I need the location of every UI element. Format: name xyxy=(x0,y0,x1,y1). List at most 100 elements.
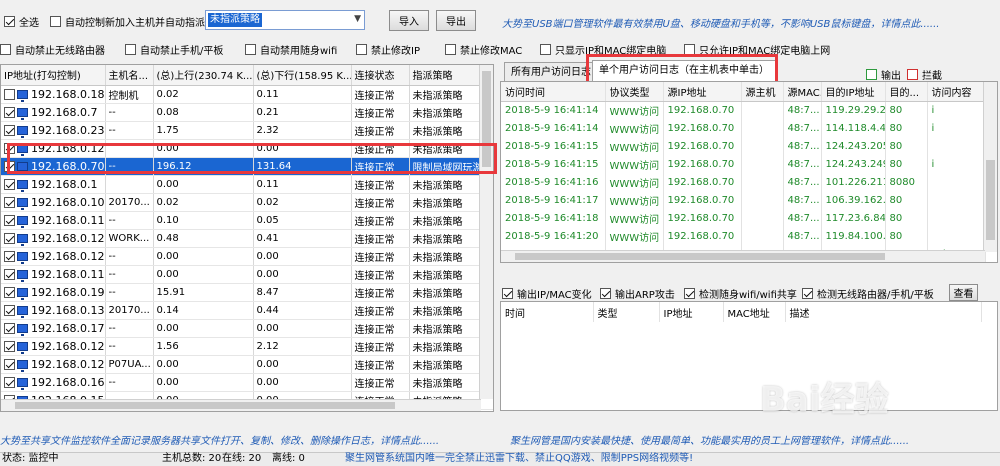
cell-ip[interactable]: 192.168.0.1 xyxy=(1,175,106,194)
opt-box[interactable] xyxy=(125,44,136,55)
netmanager-promo-link[interactable]: 聚生网管是国内安装最快捷、使用最简单、功能最实用的员工上网管理软件，详情点此..… xyxy=(510,432,998,447)
table-row[interactable]: 192.168.0.120 WORK... 0.48 0.41 连接正常 未指派策略 xyxy=(1,229,493,248)
table-row[interactable]: 192.168.0.7 -- 0.08 0.21 连接正常 未指派策略 xyxy=(1,103,493,122)
log-row[interactable]: 2018-5-9 16:41:14 WWW访问 192.168.0.70 48:7..… xyxy=(501,101,986,119)
alert-opt-box[interactable] xyxy=(802,288,813,299)
row-checkbox[interactable] xyxy=(4,323,15,334)
col-ip[interactable]: IP地址(打勾控制) xyxy=(1,65,106,86)
table-row[interactable]: 192.168.0.100 20170... 0.02 0.02 连接正常 未指派策略 xyxy=(1,193,493,212)
import-button[interactable]: 导入 xyxy=(389,10,429,31)
col-alert-mac[interactable]: MAC地址 xyxy=(723,302,786,322)
alert-opt-router[interactable]: 检测无线路由器/手机/平板 xyxy=(802,286,934,301)
col-dst-port[interactable]: 目的... xyxy=(885,82,928,102)
usb-promo-link[interactable]: 大势至USB端口管理软件最有效禁用U盘、移动硬盘和手机等，不影响USB鼠标键盘，… xyxy=(502,15,996,30)
table-row[interactable]: 192.168.0.130 20170... 0.14 0.44 连接正常 未指派策略 xyxy=(1,301,493,320)
log-table-vscroll[interactable] xyxy=(983,82,997,252)
scroll-thumb[interactable] xyxy=(986,160,995,240)
cell-ip[interactable]: 192.168.0.124 xyxy=(1,247,106,266)
table-row[interactable]: 192.168.0.117 -- 0.10 0.05 连接正常 未指派策略 xyxy=(1,211,493,230)
log-table-hscroll[interactable] xyxy=(501,250,985,262)
alert-opt-wifi[interactable]: 检测随身wifi/wifi共享 xyxy=(684,286,797,301)
cell-ip[interactable]: 192.168.0.177 xyxy=(1,319,106,338)
col-src-host[interactable]: 源主机 xyxy=(741,82,784,102)
row-checkbox[interactable] xyxy=(4,359,15,370)
row-checkbox[interactable] xyxy=(4,107,15,118)
row-checkbox[interactable] xyxy=(4,215,15,226)
row-checkbox[interactable] xyxy=(4,341,15,352)
table-row[interactable]: 192.168.0.177 -- 0.00 0.00 连接正常 未指派策略 xyxy=(1,319,493,338)
cell-ip[interactable]: 192.168.0.160 xyxy=(1,373,106,392)
table-row[interactable]: 192.168.0.160 -- 0.00 0.00 连接正常 未指派策略 xyxy=(1,373,493,392)
col-access-time[interactable]: 访问时间 xyxy=(501,82,606,102)
log-row[interactable]: 2018-5-9 16:41:18 WWW访问 192.168.0.70 48:7..… xyxy=(501,209,986,227)
opt-block-change-ip[interactable]: 禁止修改IP xyxy=(356,42,420,57)
export-button[interactable]: 导出 xyxy=(436,10,476,31)
table-row[interactable]: 192.168.0.23 -- 1.75 2.32 连接正常 未指派策略 xyxy=(1,121,493,140)
alert-opt-arp[interactable]: 输出ARP攻击 xyxy=(600,286,675,301)
row-checkbox[interactable] xyxy=(4,197,15,208)
host-table-vscroll[interactable] xyxy=(479,65,493,399)
col-content[interactable]: 访问内容 xyxy=(927,82,986,102)
row-checkbox[interactable] xyxy=(4,377,15,388)
table-row[interactable]: 192.168.0.118 -- 0.00 0.00 连接正常 未指派策略 xyxy=(1,265,493,284)
col-protocol[interactable]: 协议类型 xyxy=(605,82,664,102)
cell-ip[interactable]: 192.168.0.198 xyxy=(1,283,106,302)
col-upload[interactable]: (总)上行(230.74 K... xyxy=(153,65,254,86)
alert-table[interactable]: 时间 类型 IP地址 MAC地址 描述 xyxy=(500,301,998,411)
host-table[interactable]: IP地址(打勾控制) 主机名... (总)上行(230.74 K... (总)下… xyxy=(0,64,494,412)
col-alert-time[interactable]: 时间 xyxy=(501,302,594,322)
opt-box[interactable] xyxy=(445,44,456,55)
opt-block-wifi[interactable]: 自动禁用随身wifi xyxy=(245,42,337,57)
col-dst-ip[interactable]: 目的IP地址 xyxy=(821,82,886,102)
log-row[interactable]: 2018-5-9 16:41:20WWW访问192.168.0.70 48:7..… xyxy=(501,227,986,245)
row-checkbox[interactable] xyxy=(4,179,15,190)
strategy-select[interactable]: 未指派策略 ▼ xyxy=(205,10,365,30)
alert-opt-box[interactable] xyxy=(684,288,695,299)
chevron-down-icon[interactable]: ▼ xyxy=(354,14,361,24)
col-alert-type[interactable]: 类型 xyxy=(593,302,660,322)
tab-all-users-log[interactable]: 所有用户访问日志 xyxy=(504,62,598,82)
table-row[interactable]: 192.168.0.122 -- 1.56 2.12 连接正常 未指派策略 xyxy=(1,337,493,356)
log-row[interactable]: 2018-5-9 16:41:14 WWW访问 192.168.0.70 48:7..… xyxy=(501,119,986,137)
share-monitor-promo-link[interactable]: 大势至共享文件监控软件全面记录服务器共享文件打开、复制、修改、删除操作日志，详情… xyxy=(0,432,492,447)
cell-ip[interactable]: 192.168.0.188 xyxy=(1,85,106,104)
row-checkbox[interactable] xyxy=(4,125,15,136)
col-alert-desc[interactable]: 描述 xyxy=(785,302,982,322)
opt-box[interactable] xyxy=(0,44,11,55)
table-row[interactable]: 192.168.0.198 -- 15.91 8.47 连接正常 未指派策略 xyxy=(1,283,493,302)
scroll-thumb[interactable] xyxy=(515,253,885,260)
table-row[interactable]: 192.168.0.188 控制机 0.02 0.11 连接正常 未指派策略 xyxy=(1,85,493,104)
opt-block-phone[interactable]: 自动禁止手机/平板 xyxy=(125,42,223,57)
cell-ip[interactable]: 192.168.0.117 xyxy=(1,211,106,230)
opt-box[interactable] xyxy=(540,44,551,55)
opt-box[interactable] xyxy=(245,44,256,55)
row-checkbox[interactable] xyxy=(4,251,15,262)
col-src-ip[interactable]: 源IP地址 xyxy=(663,82,742,102)
cell-ip[interactable]: 192.168.0.122 xyxy=(1,337,106,356)
row-checkbox[interactable] xyxy=(4,287,15,298)
cell-ip[interactable]: 192.168.0.23 xyxy=(1,121,106,140)
cell-ip[interactable]: 192.168.0.100 xyxy=(1,193,106,212)
col-download[interactable]: (总)下行(158.95 K... xyxy=(253,65,352,86)
opt-block-wireless-router[interactable]: 自动禁止无线路由器 xyxy=(0,42,105,57)
opt-block-change-mac[interactable]: 禁止修改MAC xyxy=(445,42,522,57)
col-hostname[interactable]: 主机名... xyxy=(105,65,154,86)
auto-assign-checkbox[interactable]: 自动控制新加入主机并自动指派 xyxy=(50,14,205,29)
cell-ip[interactable]: 192.168.0.118 xyxy=(1,265,106,284)
alert-opt-box[interactable] xyxy=(502,288,513,299)
host-table-hscroll[interactable] xyxy=(1,399,481,411)
table-row[interactable]: 192.168.0.123 P07UA... 0.00 0.00 连接正常 未指派策略 xyxy=(1,355,493,374)
cell-ip[interactable]: 192.168.0.123 xyxy=(1,355,106,374)
row-checkbox[interactable] xyxy=(4,89,15,100)
log-row[interactable]: 2018-5-9 16:41:16 WWW访问 192.168.0.70 48:7..… xyxy=(501,173,986,191)
row-checkbox[interactable] xyxy=(4,305,15,316)
row-checkbox[interactable] xyxy=(4,233,15,244)
cell-ip[interactable]: 192.168.0.7 xyxy=(1,103,106,122)
row-checkbox[interactable] xyxy=(4,269,15,280)
alert-opt-ipmac[interactable]: 输出IP/MAC变化 xyxy=(502,286,592,301)
log-row[interactable]: 2018-5-9 16:41:17 WWW访问 192.168.0.70 48:7..… xyxy=(501,191,986,209)
select-all-box[interactable] xyxy=(4,16,15,27)
cell-ip[interactable]: 192.168.0.130 xyxy=(1,301,106,320)
opt-box[interactable] xyxy=(356,44,367,55)
auto-assign-box[interactable] xyxy=(50,16,61,27)
